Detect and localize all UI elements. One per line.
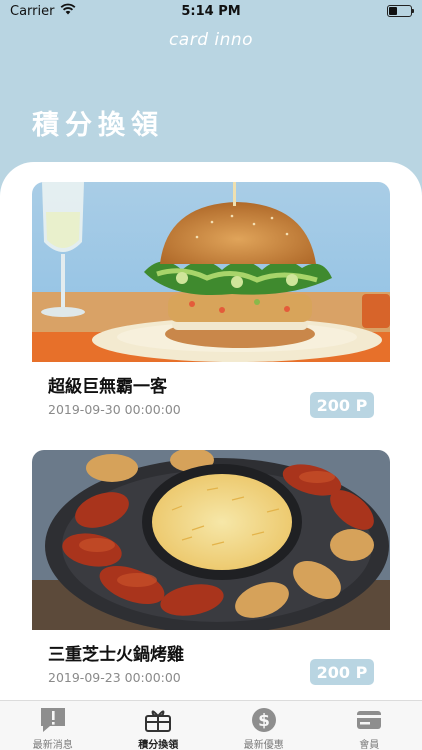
carrier-label: Carrier <box>10 3 55 19</box>
page-title: 積分換領 <box>32 110 164 141</box>
tab-points-redeem[interactable]: 積分換領 <box>106 701 212 750</box>
rewards-list[interactable]: 超級巨無霸一客 2019-09-30 00:00:00 200 P 三重芝士火鍋… <box>0 162 422 702</box>
points-badge[interactable]: 200 P <box>310 659 374 685</box>
svg-text:$: $ <box>258 711 270 731</box>
wifi-icon <box>60 3 76 19</box>
points-badge[interactable]: 200 P <box>310 392 374 418</box>
battery-icon <box>386 5 414 17</box>
reward-title: 三重芝士火鍋烤雞 <box>48 645 184 665</box>
dollar-coin-icon: $ <box>248 706 280 734</box>
battery-level <box>388 7 398 15</box>
reward-card[interactable] <box>32 450 390 630</box>
burger-photo[interactable] <box>32 182 390 362</box>
gift-box-icon <box>142 706 174 734</box>
message-alert-icon <box>37 706 69 734</box>
tab-label: 最新優惠 <box>243 740 284 750</box>
tab-label: 積分換領 <box>138 740 179 750</box>
reward-date: 2019-09-23 00:00:00 <box>48 670 181 685</box>
tab-offers[interactable]: $ 最新優惠 <box>211 701 317 750</box>
tab-bar: 最新消息 積分換領 $ 最新優惠 會員 <box>0 700 422 750</box>
reward-date: 2019-09-30 00:00:00 <box>48 402 181 417</box>
tab-news[interactable]: 最新消息 <box>0 701 106 750</box>
brand-logo-text: card inno <box>168 30 254 50</box>
status-left: Carrier <box>10 3 130 19</box>
status-bar: Carrier 5:14 PM <box>0 0 422 22</box>
reward-card[interactable] <box>32 182 390 362</box>
tab-label: 最新消息 <box>32 740 73 750</box>
status-time: 5:14 PM <box>181 3 241 19</box>
reward-title: 超級巨無霸一客 <box>48 377 167 397</box>
member-card-icon <box>353 706 385 734</box>
status-right <box>292 5 414 17</box>
tab-member[interactable]: 會員 <box>317 701 422 750</box>
cheese-chicken-hotpot-photo[interactable] <box>32 450 390 630</box>
tab-label: 會員 <box>359 740 380 750</box>
